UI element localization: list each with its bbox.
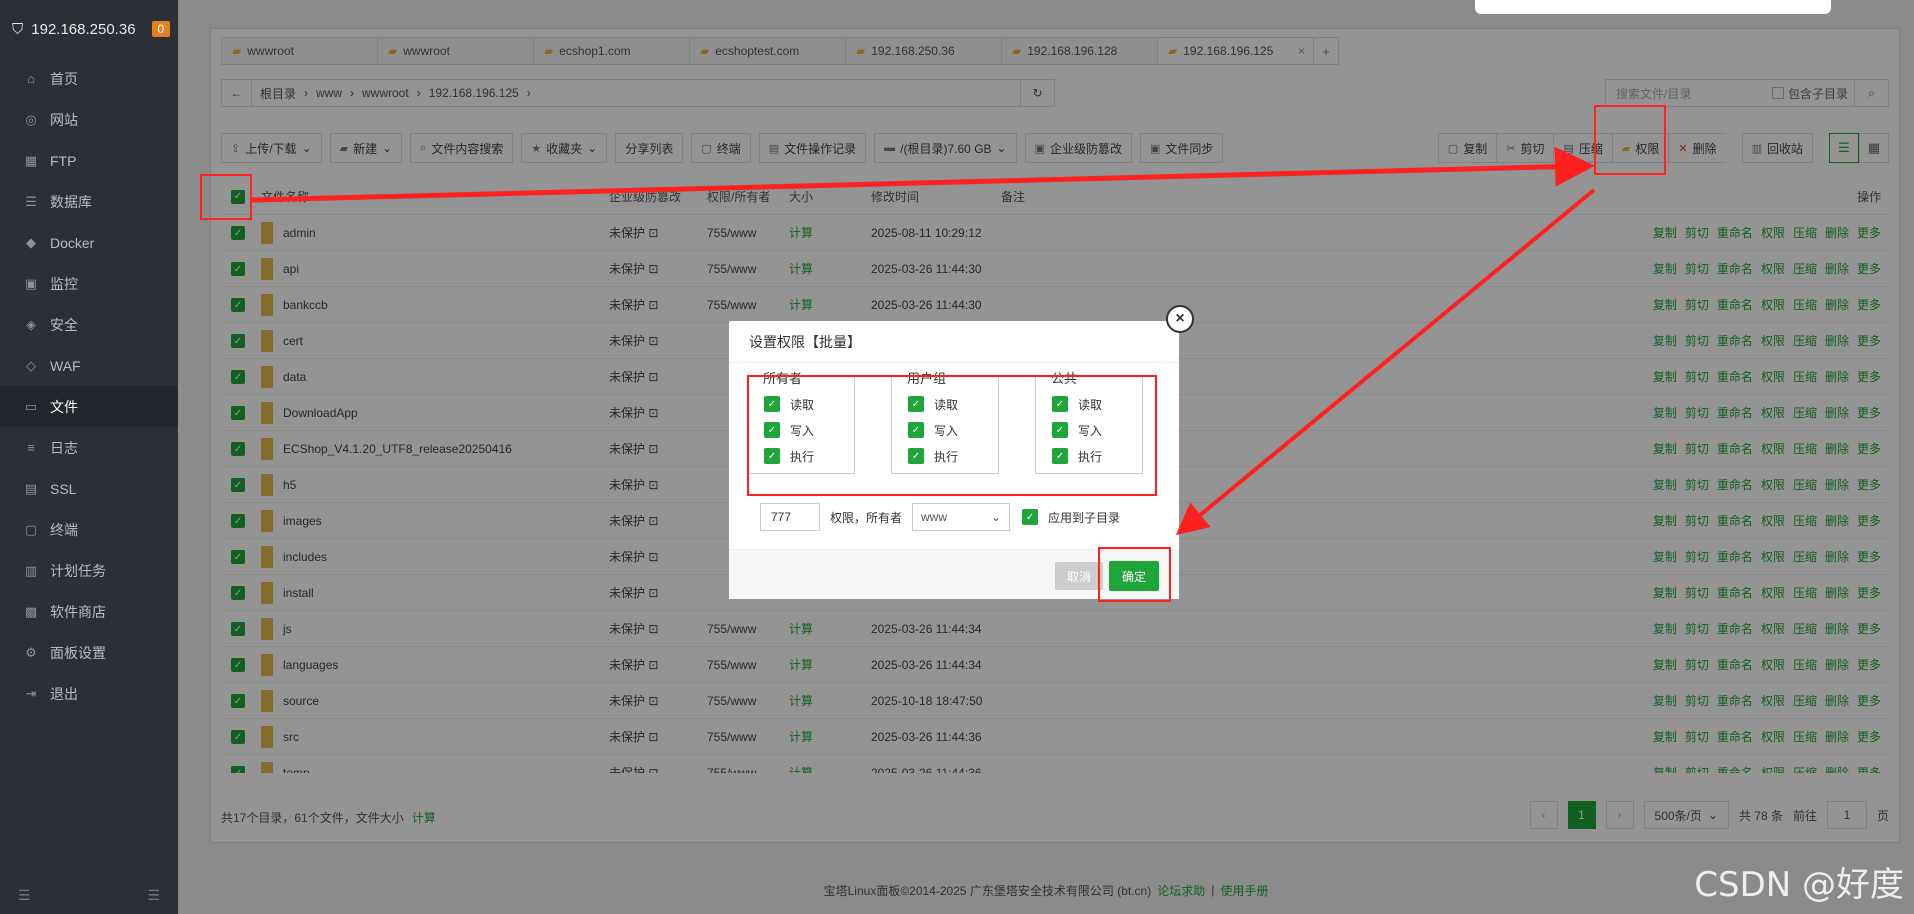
sidebar-item-11[interactable]: ▢ 终端 [0,509,178,550]
sidebar-item-label: Docker [50,234,95,251]
cancel-button[interactable]: 取消 [1055,562,1103,590]
sidebar-item-label: 网站 [50,111,78,128]
permission-mode-input[interactable]: 777 [760,503,820,531]
sidebar-item-label: 数据库 [50,193,92,210]
watermark: CSDN @好度 [1694,865,1904,905]
annotation-box-groups [747,375,1157,496]
sidebar-item-5[interactable]: ▣ 监控 [0,263,178,304]
permission-options: 777 权限，所有者 www ⌄ ✓ 应用到子目录 [760,503,1120,531]
monitor-icon: ▣ [24,275,38,291]
sidebar-item-label: 文件 [50,398,78,415]
folder-icon: ▭ [24,398,38,414]
owner-value: www [921,510,948,524]
sidebar-item-6[interactable]: ◈ 安全 [0,304,178,345]
sidebar-item-12[interactable]: ▥ 计划任务 [0,550,178,591]
sidebar-item-7[interactable]: ◇ WAF [0,345,178,386]
annotation-box-confirm [1098,547,1171,602]
docker-icon: ◆ [26,234,36,250]
sidebar-item-8[interactable]: ▭ 文件 [0,386,178,427]
dialog-title: 设置权限【批量】 [729,321,1179,363]
sidebar-item-0[interactable]: ⌂ 首页 [0,58,178,99]
collapse-menu-icon[interactable]: ☰ [18,887,31,904]
owner-select[interactable]: www ⌄ [912,503,1011,531]
sidebar-item-2[interactable]: ▦ FTP [0,140,178,181]
sidebar-item-13[interactable]: ▩ 软件商店 [0,591,178,632]
annotation-box-permission [1594,105,1666,175]
sidebar-footer: ☰ ☰ [18,887,160,904]
sidebar-item-label: 首页 [50,70,78,87]
sidebar-item-label: SSL [50,480,77,497]
sidebar-item-4[interactable]: ◆ Docker [0,222,178,263]
home-icon: ⌂ [27,71,35,86]
sidebar-item-label: 终端 [50,521,78,538]
ssl-icon: ▤ [24,480,38,496]
host-address: 192.168.250.36 [31,20,136,38]
log-icon: ≡ [27,440,35,455]
apply-subdir-checkbox[interactable]: ✓ [1022,509,1039,525]
menu-toggle-icon[interactable]: ☰ [147,887,160,904]
sidebar-item-label: 软件商店 [50,603,106,620]
annotation-box-select-all [200,174,252,220]
sidebar-item-10[interactable]: ▤ SSL [0,468,178,509]
owner-label: 权限，所有者 [830,510,903,525]
sidebar-item-label: FTP [50,152,77,169]
store-icon: ▩ [24,603,38,619]
sidebar-item-label: 安全 [50,316,78,333]
sidebar-header: ⛉ 192.168.250.36 0 [0,0,178,58]
sidebar: ⛉ 192.168.250.36 0 ⌂ 首页 ◎ 网站 ▦ FTP ☰ 数据库 ◆ Docker… [0,0,178,914]
sidebar-item-14[interactable]: ⚙ 面板设置 [0,632,178,673]
sidebar-item-15[interactable]: ⇥ 退出 [0,673,178,714]
sidebar-menu: ⌂ 首页 ◎ 网站 ▦ FTP ☰ 数据库 ◆ Docker ▣ 监控 ◈ 安全 ◇ WAF ▭ 文件 ≡ 日志 ▤ SS… [0,58,178,714]
settings-icon: ⚙ [25,644,37,660]
notification-badge[interactable]: 0 [151,21,171,37]
chevron-down-icon: ⌄ [990,510,1002,524]
apply-subdir-label: 应用到子目录 [1048,510,1121,525]
shield-icon: ◈ [26,316,36,332]
sidebar-item-label: 监控 [50,275,78,292]
sidebar-item-9[interactable]: ≡ 日志 [0,427,178,468]
database-icon: ☰ [25,193,37,209]
close-icon[interactable]: × [1166,305,1194,333]
sidebar-item-label: 退出 [50,685,78,702]
top-popover [1475,0,1831,14]
sidebar-item-1[interactable]: ◎ 网站 [0,99,178,140]
shield-logo-icon: ⛉ [12,20,24,38]
sidebar-item-label: 面板设置 [50,644,106,661]
waf-icon: ◇ [26,357,36,373]
sidebar-item-label: WAF [50,357,81,374]
sidebar-item-label: 日志 [50,439,78,456]
ftp-icon: ▦ [24,152,38,168]
sidebar-item-3[interactable]: ☰ 数据库 [0,181,178,222]
terminal-icon: ▢ [24,521,38,537]
logout-icon: ⇥ [25,685,37,701]
schedule-icon: ▥ [24,562,38,578]
globe-icon: ◎ [25,111,37,127]
sidebar-item-label: 计划任务 [50,562,106,579]
